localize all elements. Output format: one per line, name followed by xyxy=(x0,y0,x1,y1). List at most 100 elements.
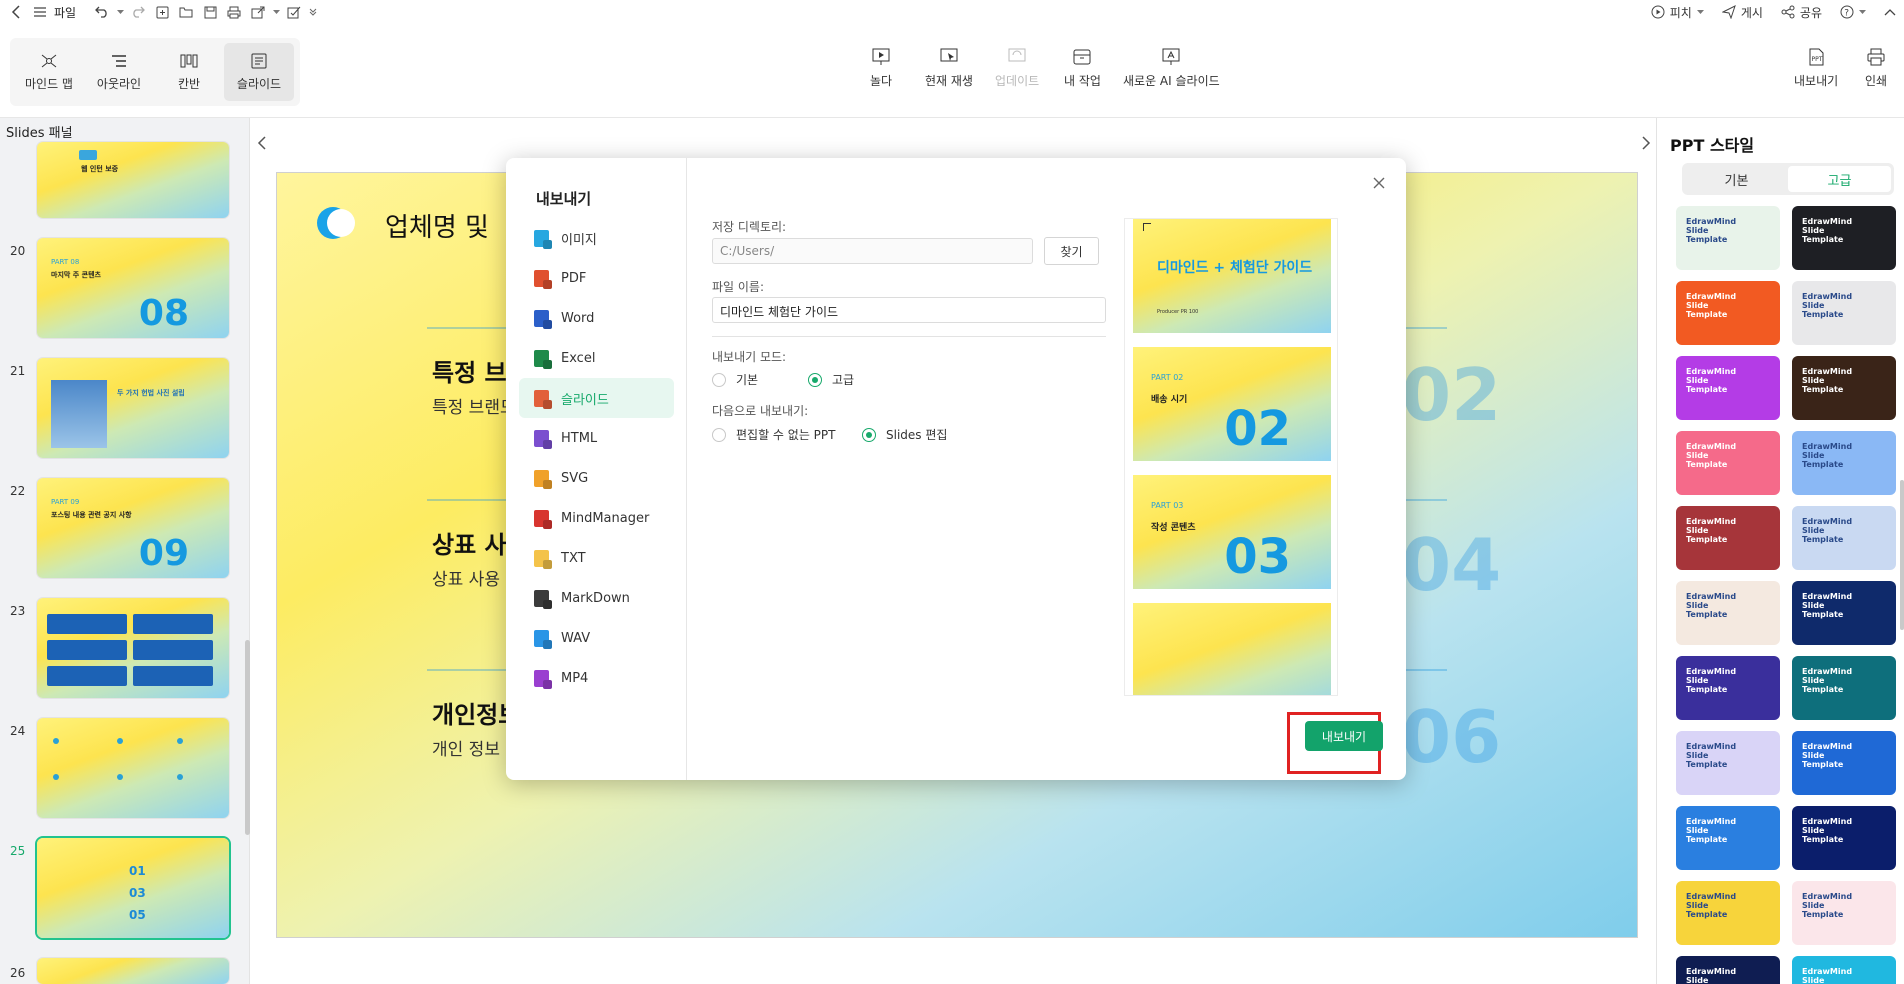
template-card[interactable]: EdrawMind Slide Template xyxy=(1676,956,1780,984)
tab-outline[interactable]: 아웃라인 xyxy=(84,43,154,101)
format-item[interactable]: MarkDown xyxy=(519,578,674,618)
slide-thumbnail[interactable]: PART 08 마지막 주 콘텐츠 08 xyxy=(37,238,229,338)
dropdown-icon[interactable] xyxy=(114,1,126,23)
present-menu[interactable]: 피치 xyxy=(1651,4,1704,21)
print-icon[interactable] xyxy=(222,1,246,23)
format-item[interactable]: WAV xyxy=(519,618,674,658)
collapse-left-panel-button[interactable] xyxy=(256,128,272,158)
browse-button[interactable]: 찾기 xyxy=(1044,237,1099,265)
play-current-button[interactable]: 현재 재생 xyxy=(925,48,973,89)
slide-thumbnail[interactable] xyxy=(37,958,229,984)
slide-thumbnail[interactable] xyxy=(37,598,229,698)
template-card[interactable]: EdrawMind Slide Template xyxy=(1676,656,1780,720)
back-icon[interactable] xyxy=(4,1,28,23)
help-menu[interactable]: ? xyxy=(1840,5,1866,19)
slide-thumbnail[interactable]: PART 09 포스팅 내용 관련 공지 사항 09 xyxy=(37,478,229,578)
radio-label: 기본 xyxy=(736,373,759,387)
preview-title: 디마인드 + 체험단 가이드 xyxy=(1157,260,1313,276)
mode-advanced-radio[interactable]: 고급 xyxy=(808,371,854,388)
template-card[interactable]: EdrawMind Slide Template xyxy=(1792,731,1896,795)
slide-thumbnail-selected[interactable]: 01 03 05 xyxy=(37,838,229,938)
export-ppt-button[interactable]: PPT 내보내기 xyxy=(1794,48,1838,89)
template-card[interactable]: EdrawMind Slide Template xyxy=(1676,281,1780,345)
slide-thumbnail[interactable]: 두 가지 헌법 사진 설립 xyxy=(37,358,229,458)
template-card[interactable]: EdrawMind Slide Template xyxy=(1676,431,1780,495)
export-button[interactable]: 내보내기 xyxy=(1305,721,1383,751)
template-card[interactable]: EdrawMind Slide Template xyxy=(1792,431,1896,495)
thumb-title: 두 가지 헌법 사진 설립 xyxy=(117,389,185,397)
template-card[interactable]: EdrawMind Slide Template xyxy=(1792,356,1896,420)
post-menu[interactable]: 게시 xyxy=(1721,4,1763,21)
template-card[interactable]: EdrawMind Slide Template xyxy=(1676,806,1780,870)
print-button[interactable]: 인쇄 xyxy=(1865,48,1887,89)
directory-input[interactable]: C:/Users/ xyxy=(712,238,1033,264)
new-ai-slide-button[interactable]: 새로운 AI 슬라이드 xyxy=(1123,48,1220,89)
more-dropdown-icon[interactable] xyxy=(306,1,320,23)
thumb-title: 포스팅 내용 관련 공지 사항 xyxy=(51,511,132,519)
filename-label: 파일 이름: xyxy=(712,280,765,294)
tab-advanced[interactable]: 고급 xyxy=(1788,166,1891,192)
template-card[interactable]: EdrawMind Slide Template xyxy=(1676,356,1780,420)
filename-input[interactable]: 디마인드 체험단 가이드 xyxy=(712,297,1106,323)
slides-panel-scrollbar[interactable] xyxy=(245,640,250,835)
template-scrollbar[interactable] xyxy=(1900,480,1904,630)
thumb-num: 01 xyxy=(129,864,146,878)
collapse-ribbon-button[interactable] xyxy=(1884,8,1896,16)
template-card[interactable]: EdrawMind Slide Template xyxy=(1792,881,1896,945)
template-card[interactable]: EdrawMind Slide Template xyxy=(1792,956,1896,984)
format-label: WAV xyxy=(561,630,591,646)
dropdown-icon[interactable] xyxy=(270,1,282,23)
export-icon[interactable] xyxy=(246,1,270,23)
format-item[interactable]: Word xyxy=(519,298,674,338)
close-dialog-button[interactable] xyxy=(1372,176,1386,190)
as-slides-radio[interactable]: Slides 편집 xyxy=(862,426,947,443)
my-work-button[interactable]: 내 작업 xyxy=(1064,48,1101,89)
share-label: 공유 xyxy=(1799,5,1822,20)
template-card[interactable]: EdrawMind Slide Template xyxy=(1676,206,1780,270)
task-icon[interactable] xyxy=(282,1,306,23)
play-from-start-button[interactable]: 놀다 xyxy=(870,48,892,89)
tab-slide[interactable]: 슬라이드 xyxy=(224,43,294,101)
format-item[interactable]: 이미지 xyxy=(519,218,674,258)
open-folder-icon[interactable] xyxy=(174,1,198,23)
hamburger-icon[interactable] xyxy=(28,1,52,23)
template-card[interactable]: EdrawMind Slide Template xyxy=(1792,281,1896,345)
new-file-icon[interactable] xyxy=(150,1,174,23)
format-item[interactable]: HTML xyxy=(519,418,674,458)
export-preview[interactable]: 디마인드 + 체험단 가이드 Producer PR 100 PART 02 배… xyxy=(1124,218,1338,696)
share-menu[interactable]: 공유 xyxy=(1781,4,1822,21)
template-card[interactable]: EdrawMind Slide Template xyxy=(1792,206,1896,270)
format-item[interactable]: SVG xyxy=(519,458,674,498)
tab-mindmap[interactable]: 마인드 맵 xyxy=(14,43,84,101)
format-item[interactable]: Excel xyxy=(519,338,674,378)
template-card[interactable]: EdrawMind Slide Template xyxy=(1792,506,1896,570)
redo-icon[interactable] xyxy=(126,1,150,23)
template-card[interactable]: EdrawMind Slide Template xyxy=(1792,656,1896,720)
format-item[interactable]: MindManager xyxy=(519,498,674,538)
template-card[interactable]: EdrawMind Slide Template xyxy=(1676,881,1780,945)
slide-number: 21 xyxy=(10,364,26,378)
format-item[interactable]: MP4 xyxy=(519,658,674,698)
template-label: EdrawMind Slide Template xyxy=(1686,217,1737,244)
template-label: EdrawMind Slide Template xyxy=(1686,742,1737,769)
tab-basic[interactable]: 기본 xyxy=(1685,166,1788,192)
slide-thumbnail[interactable]: 웹 인턴 보증 xyxy=(37,142,229,218)
template-card[interactable]: EdrawMind Slide Template xyxy=(1792,806,1896,870)
mode-basic-radio[interactable]: 기본 xyxy=(712,371,758,388)
template-card[interactable]: EdrawMind Slide Template xyxy=(1676,731,1780,795)
format-item[interactable]: 슬라이드 xyxy=(519,378,674,418)
template-card[interactable]: EdrawMind Slide Template xyxy=(1792,581,1896,645)
update-button[interactable]: 업데이트 xyxy=(995,48,1039,89)
format-item[interactable]: TXT xyxy=(519,538,674,578)
template-card[interactable]: EdrawMind Slide Template xyxy=(1676,506,1780,570)
template-card[interactable]: EdrawMind Slide Template xyxy=(1676,581,1780,645)
file-menu[interactable]: 파일 xyxy=(54,4,76,21)
as-ppt-radio[interactable]: 편집할 수 없는 PPT xyxy=(712,426,836,443)
collapse-right-panel-button[interactable] xyxy=(1640,128,1656,158)
undo-icon[interactable] xyxy=(90,1,114,23)
save-icon[interactable] xyxy=(198,1,222,23)
tab-kanban[interactable]: 칸반 xyxy=(154,43,224,101)
slide-thumbnail[interactable] xyxy=(37,718,229,818)
format-item[interactable]: PDF xyxy=(519,258,674,298)
slide-number: 25 xyxy=(10,844,26,858)
